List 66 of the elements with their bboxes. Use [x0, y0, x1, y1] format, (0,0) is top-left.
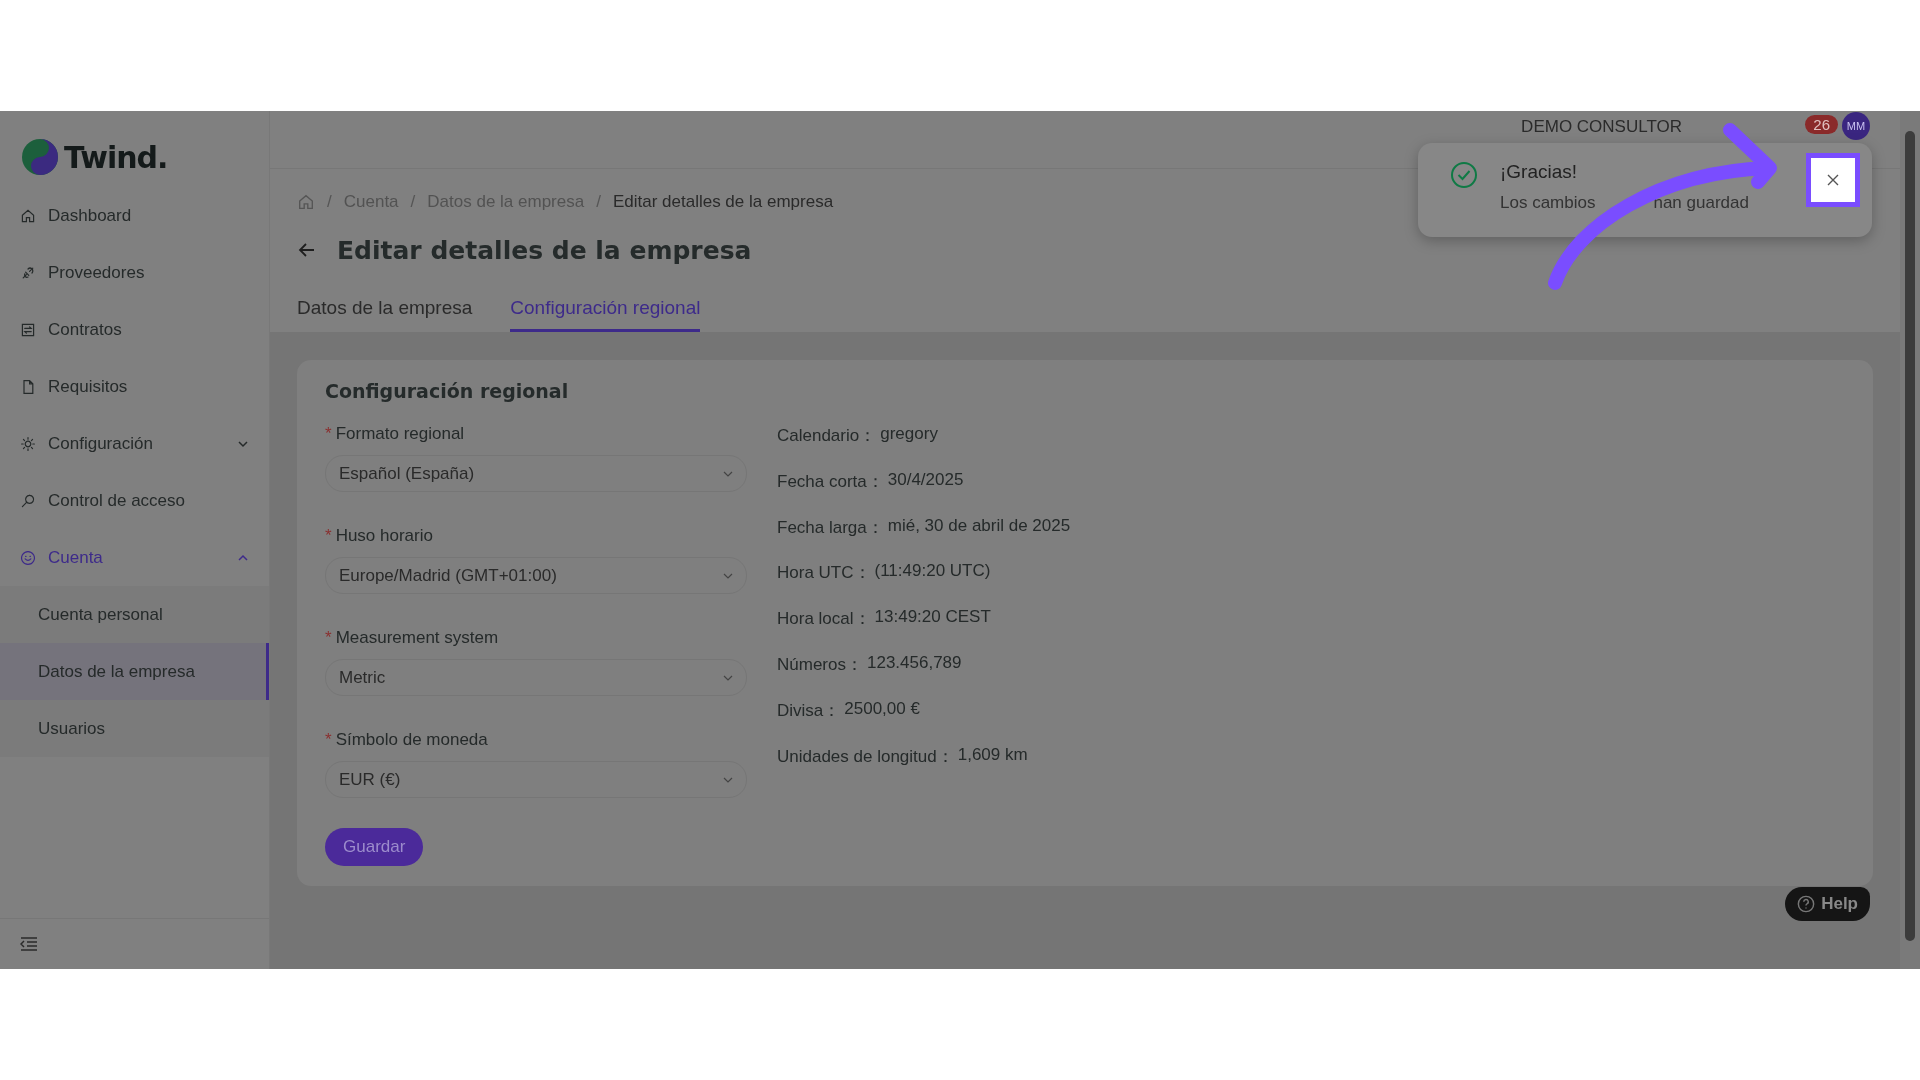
info-label: Fecha corta：	[777, 470, 884, 493]
info-value: 2500,00 €	[844, 698, 920, 720]
tab[interactable]: Datos de la empresa	[297, 289, 473, 332]
sidebar-item[interactable]: Proveedores	[0, 244, 269, 301]
logo-text: Twind.	[64, 139, 168, 175]
file-icon	[20, 378, 36, 395]
breadcrumb: Editar detalles de la empresa	[612, 192, 834, 212]
close-button[interactable]	[1806, 153, 1860, 207]
info-label: Unidades de longitud：	[777, 745, 954, 768]
sidebar-item[interactable]: Control de acceso	[0, 472, 269, 529]
info-value: 30/4/2025	[887, 469, 964, 491]
field-label: Huso horario	[335, 526, 433, 546]
info-value: 1,609 km	[957, 744, 1028, 766]
info-label: Divisa：	[777, 699, 841, 722]
info-value: 13:49:20 CEST	[874, 607, 991, 629]
card-title: Configuración regional	[325, 380, 570, 402]
breadcrumb-separator: /	[410, 192, 416, 212]
sidebar-item[interactable]: Requisitos	[0, 358, 269, 415]
home-icon	[20, 207, 36, 224]
toast-message: Los cambios	[1500, 193, 1596, 213]
question-icon	[1797, 895, 1816, 913]
info-value: gregory	[880, 424, 938, 445]
sidebar-item[interactable]: Dashboard	[0, 187, 269, 244]
field-label: Formato regional	[335, 424, 465, 444]
select-field[interactable]: EUR (€)	[325, 761, 747, 798]
sidebar-subitem[interactable]: Datos de la empresa	[0, 643, 269, 700]
close-icon	[1826, 173, 1840, 187]
required-icon: *	[325, 424, 332, 444]
select-field[interactable]: Metric	[325, 659, 747, 696]
required-icon: *	[325, 526, 332, 546]
info-label: Hora local：	[777, 608, 871, 631]
notification-badge: 26	[1805, 115, 1838, 134]
home-icon[interactable]	[297, 193, 315, 211]
smile-icon	[20, 549, 36, 566]
toast-title: ¡Gracias!	[1500, 161, 1579, 183]
info-value: mié, 30 de abril de 2025	[887, 515, 1071, 537]
save-button[interactable]: Guardar	[325, 828, 424, 866]
info-label: Números：	[777, 654, 863, 676]
sidebar-subitem[interactable]: Usuarios	[0, 700, 269, 757]
breadcrumb-separator: /	[327, 192, 332, 212]
breadcrumb-separator: /	[596, 192, 601, 212]
sidebar-item[interactable]: Configuración	[0, 415, 269, 472]
sidebar-item[interactable]: Contratos	[0, 301, 269, 358]
account-name[interactable]: DEMO CONSULTOR	[1521, 116, 1682, 137]
sidebar-subitem[interactable]: Cuenta personal	[0, 586, 269, 643]
info-label: Calendario：	[777, 425, 877, 447]
info-value: (11:49:20 UTC)	[874, 561, 991, 583]
page-title: Editar detalles de la empresa	[337, 235, 752, 265]
sidebar-item[interactable]: Cuenta	[0, 529, 269, 586]
scrollbar[interactable]	[1900, 111, 1920, 969]
required-icon: *	[325, 628, 332, 648]
required-icon: *	[325, 730, 332, 750]
help-button[interactable]: Help	[1785, 887, 1870, 921]
field-label: Símbolo de moneda	[335, 730, 488, 750]
avatar[interactable]: MM	[1842, 111, 1870, 140]
info-label: Hora UTC：	[777, 562, 871, 585]
check-circle-icon	[1450, 161, 1478, 189]
info-label: Fecha larga：	[777, 516, 884, 539]
link-icon	[20, 264, 36, 281]
collapse-menu-icon[interactable]	[20, 937, 38, 951]
info-value: 123.456,789	[866, 653, 962, 674]
select-field[interactable]: Europe/Madrid (GMT+01:00)	[325, 557, 747, 594]
logo-icon	[20, 137, 60, 177]
field-label: Measurement system	[335, 628, 499, 648]
toast-message: han guardad	[1653, 193, 1749, 213]
select-field[interactable]: Español (España)	[325, 455, 747, 492]
